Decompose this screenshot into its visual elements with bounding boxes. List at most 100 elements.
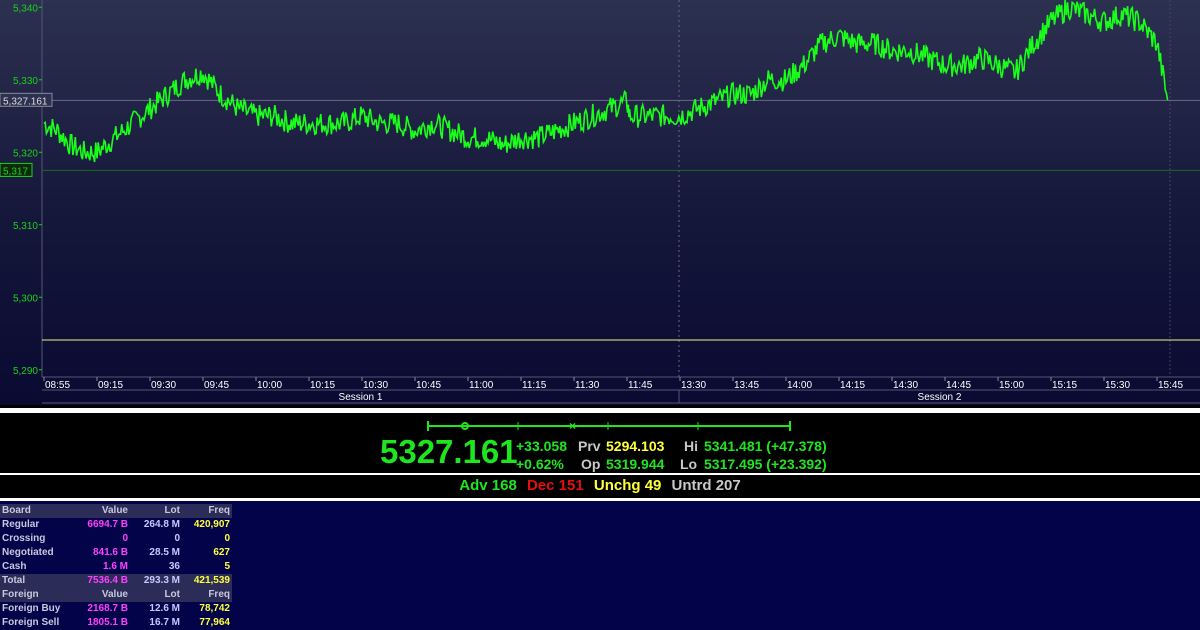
row-lot: 28.5 M bbox=[149, 547, 180, 558]
row-freq: 627 bbox=[213, 547, 230, 558]
row-value: 0 bbox=[122, 533, 128, 544]
x-tick-label: 11:30 bbox=[575, 380, 600, 391]
x-tick-label: 10:30 bbox=[363, 380, 388, 391]
header-board: Board bbox=[0, 504, 76, 518]
board-summary-panel: Board Value Lot Freq Regular 6694.7 B 26… bbox=[0, 501, 1200, 630]
table-row: Negotiated 841.6 B 28.5 M 627 bbox=[0, 546, 232, 560]
header-value: Value bbox=[76, 504, 130, 518]
table-row: Foreign Buy 2168.7 B 12.6 M 78,742 bbox=[0, 602, 232, 616]
row-value: 2168.7 B bbox=[87, 603, 128, 614]
high-label: Hi bbox=[684, 438, 698, 454]
table-row: Cash 1.6 M 36 5 bbox=[0, 560, 232, 574]
chart-area: 5,290 5,300 5,310 5,320 5,330 5,340 5,327.161 5… bbox=[0, 0, 1200, 405]
x-tick-label: 08:55 bbox=[45, 380, 70, 391]
header-value: Value bbox=[76, 588, 130, 602]
change-value: +33.058 bbox=[516, 438, 567, 454]
declines: Dec 151 bbox=[526, 477, 584, 494]
row-name: Foreign Sell bbox=[2, 617, 60, 628]
header-freq: Freq bbox=[182, 588, 232, 602]
x-tick-label: 14:45 bbox=[946, 380, 971, 391]
row-name: Foreign Buy bbox=[2, 603, 61, 614]
change-percent: +0.62% bbox=[516, 456, 564, 472]
high-value: 5341.481 (+47.378) bbox=[704, 438, 827, 454]
row-freq: 78,742 bbox=[199, 603, 230, 614]
x-tick-label: 11:15 bbox=[522, 380, 547, 391]
header-foreign: Foreign bbox=[0, 588, 76, 602]
row-lot: 12.6 M bbox=[149, 603, 180, 614]
open-label: Op bbox=[581, 456, 601, 472]
prev-label: Prv bbox=[578, 438, 601, 454]
x-tick-label: 15:45 bbox=[1158, 380, 1183, 391]
session-2-label: Session 2 bbox=[918, 392, 962, 403]
header-lot: Lot bbox=[130, 588, 182, 602]
table-row: Foreign Sell 1805.1 B 16.7 M 77,964 bbox=[0, 616, 232, 630]
x-tick-label: 10:00 bbox=[257, 380, 282, 391]
row-lot: 36 bbox=[168, 561, 180, 572]
last-price: 5327.161 bbox=[380, 433, 518, 470]
y-tick-label: 5,340 bbox=[13, 3, 38, 14]
row-freq: 0 bbox=[224, 533, 230, 544]
row-name: Negotiated bbox=[2, 547, 54, 558]
x-tick-label: 15:30 bbox=[1105, 380, 1130, 391]
y-tick-label: 5,330 bbox=[13, 76, 38, 87]
range-bar: × bbox=[427, 419, 791, 433]
row-freq: 421,539 bbox=[182, 574, 232, 588]
ticker-panel: × 5327.161 +33.058 +0.62% Prv 5294.103 O… bbox=[0, 413, 1200, 473]
y-tick-label: 5,310 bbox=[13, 221, 38, 232]
x-tick-label: 14:00 bbox=[787, 380, 812, 391]
open-value: 5319.944 bbox=[606, 456, 665, 472]
row-freq: 420,907 bbox=[193, 519, 230, 530]
current-value-label: 5,327.161 bbox=[3, 96, 48, 107]
row-value: 841.6 B bbox=[92, 547, 128, 558]
row-freq: 77,964 bbox=[199, 617, 230, 628]
x-tick-label: 11:00 bbox=[469, 380, 494, 391]
x-tick-label: 15:00 bbox=[999, 380, 1024, 391]
low-value-label: 5,317 bbox=[3, 166, 28, 177]
x-tick-label: 11:45 bbox=[628, 380, 653, 391]
row-lot: 16.7 M bbox=[149, 617, 180, 628]
y-tick-label: 5,290 bbox=[13, 366, 38, 377]
x-tick-label: 09:30 bbox=[151, 380, 176, 391]
row-name: Regular bbox=[2, 519, 40, 530]
row-lot: 0 bbox=[174, 533, 180, 544]
row-freq: 5 bbox=[224, 561, 230, 572]
x-tick-label: 14:15 bbox=[840, 380, 865, 391]
board-table-header: Board Value Lot Freq bbox=[0, 504, 232, 518]
untraded: Untrd 207 bbox=[671, 477, 741, 494]
row-lot: 264.8 M bbox=[143, 519, 180, 530]
row-value: 7536.4 B bbox=[76, 574, 130, 588]
row-lot: 293.3 M bbox=[130, 574, 182, 588]
range-current-marker: × bbox=[569, 419, 576, 433]
unchanged: Unchg 49 bbox=[593, 477, 662, 494]
row-name: Total bbox=[0, 574, 76, 588]
row-value: 1805.1 B bbox=[87, 617, 128, 628]
y-tick-label: 5,320 bbox=[13, 148, 38, 159]
foreign-table-header: Foreign Value Lot Freq bbox=[0, 588, 232, 602]
x-tick-label: 09:15 bbox=[98, 380, 123, 391]
x-tick-label: 13:45 bbox=[734, 380, 759, 391]
x-tick-label: 10:45 bbox=[416, 380, 441, 391]
prev-value: 5294.103 bbox=[606, 438, 665, 454]
series-line bbox=[43, 0, 1169, 163]
row-name: Crossing bbox=[2, 533, 46, 544]
total-row: Total 7536.4 B 293.3 M 421,539 bbox=[0, 574, 232, 588]
intraday-chart: 5,290 5,300 5,310 5,320 5,330 5,340 5,327.161 5… bbox=[0, 0, 1200, 404]
header-freq: Freq bbox=[182, 504, 232, 518]
x-tick-label: 15:15 bbox=[1052, 380, 1077, 391]
x-tick-label: 09:45 bbox=[204, 380, 229, 391]
y-tick-label: 5,300 bbox=[13, 293, 38, 304]
table-row: Regular 6694.7 B 264.8 M 420,907 bbox=[0, 518, 232, 532]
advances: Adv 168 bbox=[459, 477, 517, 494]
header-lot: Lot bbox=[130, 504, 182, 518]
row-value: 1.6 M bbox=[102, 561, 128, 572]
x-tick-label: 13:30 bbox=[681, 380, 706, 391]
session-1-label: Session 1 bbox=[339, 392, 383, 403]
x-tick-label: 10:15 bbox=[310, 380, 335, 391]
board-table: Board Value Lot Freq Regular 6694.7 B 26… bbox=[0, 504, 232, 630]
low-label: Lo bbox=[680, 456, 698, 472]
row-name: Cash bbox=[2, 561, 27, 572]
low-value: 5317.495 (+23.392) bbox=[704, 456, 827, 472]
market-breadth: Adv 168 Dec 151 Unchg 49 Untrd 207 bbox=[0, 475, 1200, 497]
row-value: 6694.7 B bbox=[87, 519, 128, 530]
x-tick-label: 14:30 bbox=[893, 380, 918, 391]
